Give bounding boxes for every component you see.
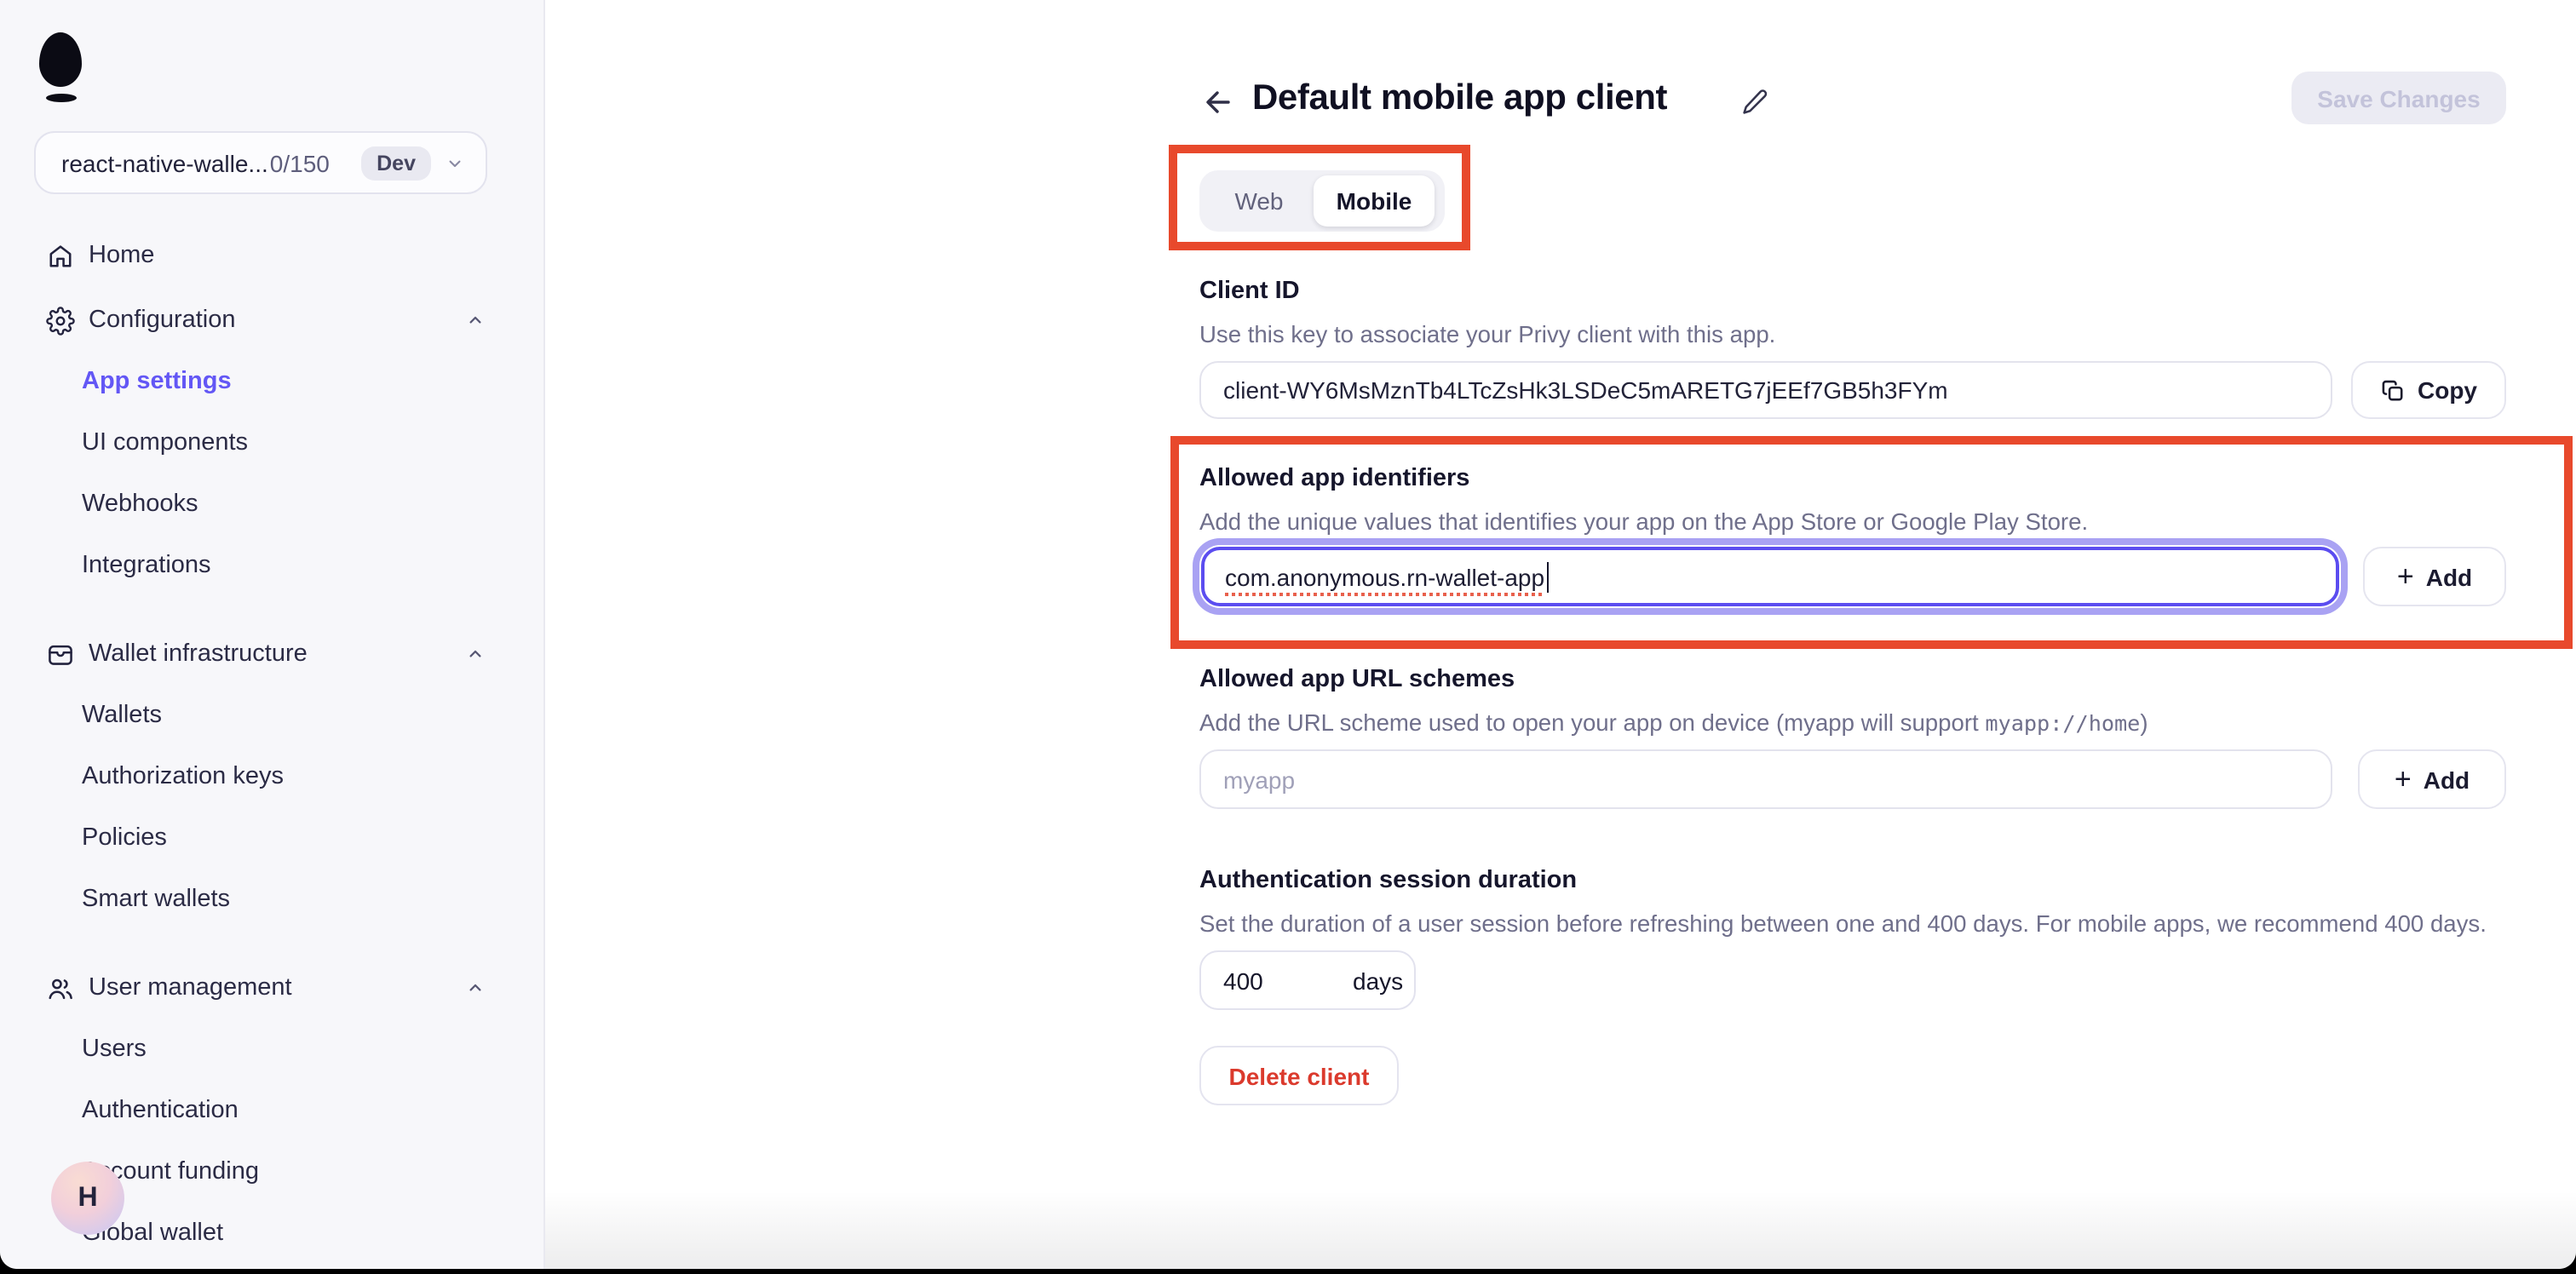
copy-button-label: Copy (2418, 376, 2477, 404)
toggle-option-mobile[interactable]: Mobile (1314, 175, 1435, 227)
app-identifiers-description: Add the unique values that identifies yo… (1199, 509, 2088, 535)
sidebar-item-app-settings[interactable]: App settings (0, 351, 543, 412)
chevron-up-icon[interactable] (465, 310, 486, 330)
sidebar-item-authorization-keys[interactable]: Authorization keys (0, 746, 543, 807)
add-identifier-label: Add (2426, 563, 2472, 590)
app-identifier-input[interactable]: com.anonymous.rn-wallet-app (1201, 547, 2339, 606)
sidebar-item-smart-wallets[interactable]: Smart wallets (0, 869, 543, 930)
sidebar-item-users[interactable]: Users (0, 1019, 543, 1080)
client-id-input[interactable] (1199, 361, 2332, 419)
sidebar-item-wallets[interactable]: Wallets (0, 685, 543, 746)
toggle-option-web[interactable]: Web (1205, 187, 1314, 215)
chevron-up-icon[interactable] (465, 644, 486, 664)
text-cursor (1546, 561, 1549, 592)
session-duration-unit: days (1353, 967, 1403, 994)
add-identifier-button[interactable]: + Add (2363, 547, 2506, 606)
client-id-label: Client ID (1199, 278, 1300, 305)
gear-icon (44, 305, 75, 336)
sidebar-item-ui-components[interactable]: UI components (0, 412, 543, 473)
save-changes-button[interactable]: Save Changes (2291, 72, 2506, 124)
delete-client-button[interactable]: Delete client (1199, 1046, 1399, 1105)
session-duration-value: 400 (1223, 967, 1263, 994)
copy-icon (2380, 377, 2406, 403)
add-scheme-button[interactable]: + Add (2358, 749, 2506, 809)
home-icon (44, 240, 75, 271)
sidebar-item-wallet-infrastructure[interactable]: Wallet infrastructure (0, 623, 543, 685)
chevron-up-icon[interactable] (465, 978, 486, 998)
privy-dashboard-window: react-native-walle...0/150 Dev Home Conf… (0, 0, 2576, 1269)
sidebar-item-user-management[interactable]: User management (0, 957, 543, 1019)
environment-badge: Dev (361, 146, 431, 180)
page-title: Default mobile app client (1252, 78, 1667, 119)
url-scheme-input[interactable] (1199, 749, 2332, 809)
wallet-icon (44, 639, 75, 669)
session-duration-description: Set the duration of a user session befor… (1199, 911, 2487, 937)
sidebar-item-integrations[interactable]: Integrations (0, 535, 543, 596)
platform-toggle: Web Mobile (1199, 170, 1445, 232)
main-content: Default mobile app client Save Changes W… (545, 0, 2576, 1269)
sidebar-item-policies[interactable]: Policies (0, 807, 543, 869)
sidebar-item-configuration[interactable]: Configuration (0, 290, 543, 351)
plus-icon: + (2395, 764, 2412, 793)
session-duration-label: Authentication session duration (1199, 867, 1577, 894)
sidebar-item-authentication[interactable]: Authentication (0, 1080, 543, 1141)
back-arrow-icon[interactable] (1199, 83, 1237, 121)
client-id-description: Use this key to associate your Privy cli… (1199, 322, 1775, 347)
app-identifiers-label: Allowed app identifiers (1199, 465, 1469, 492)
url-scheme-code: myapp://home (1985, 710, 2140, 736)
app-switcher[interactable]: react-native-walle...0/150 Dev (34, 131, 487, 194)
url-schemes-description: Add the URL scheme used to open your app… (1199, 710, 2148, 736)
session-duration-input[interactable]: 400 days (1199, 950, 1416, 1010)
privy-logo-base-icon (46, 94, 77, 102)
plus-icon: + (2397, 561, 2414, 590)
url-schemes-label: Allowed app URL schemes (1199, 666, 1515, 693)
add-scheme-label: Add (2424, 766, 2470, 793)
sidebar-item-home[interactable]: Home (0, 225, 543, 286)
app-identifier-value: com.anonymous.rn-wallet-app (1225, 563, 1544, 590)
privy-logo-icon (39, 32, 82, 87)
sidebar: react-native-walle...0/150 Dev Home Conf… (0, 0, 545, 1269)
app-switcher-usage: 0/150 (270, 149, 330, 176)
app-switcher-name: react-native-walle... (61, 149, 268, 176)
copy-button[interactable]: Copy (2351, 361, 2506, 419)
user-avatar[interactable]: H (51, 1162, 124, 1235)
sidebar-item-webhooks[interactable]: Webhooks (0, 473, 543, 535)
edit-pencil-icon[interactable] (1739, 87, 1770, 118)
users-icon (44, 973, 75, 1003)
chevron-down-icon (445, 152, 465, 173)
